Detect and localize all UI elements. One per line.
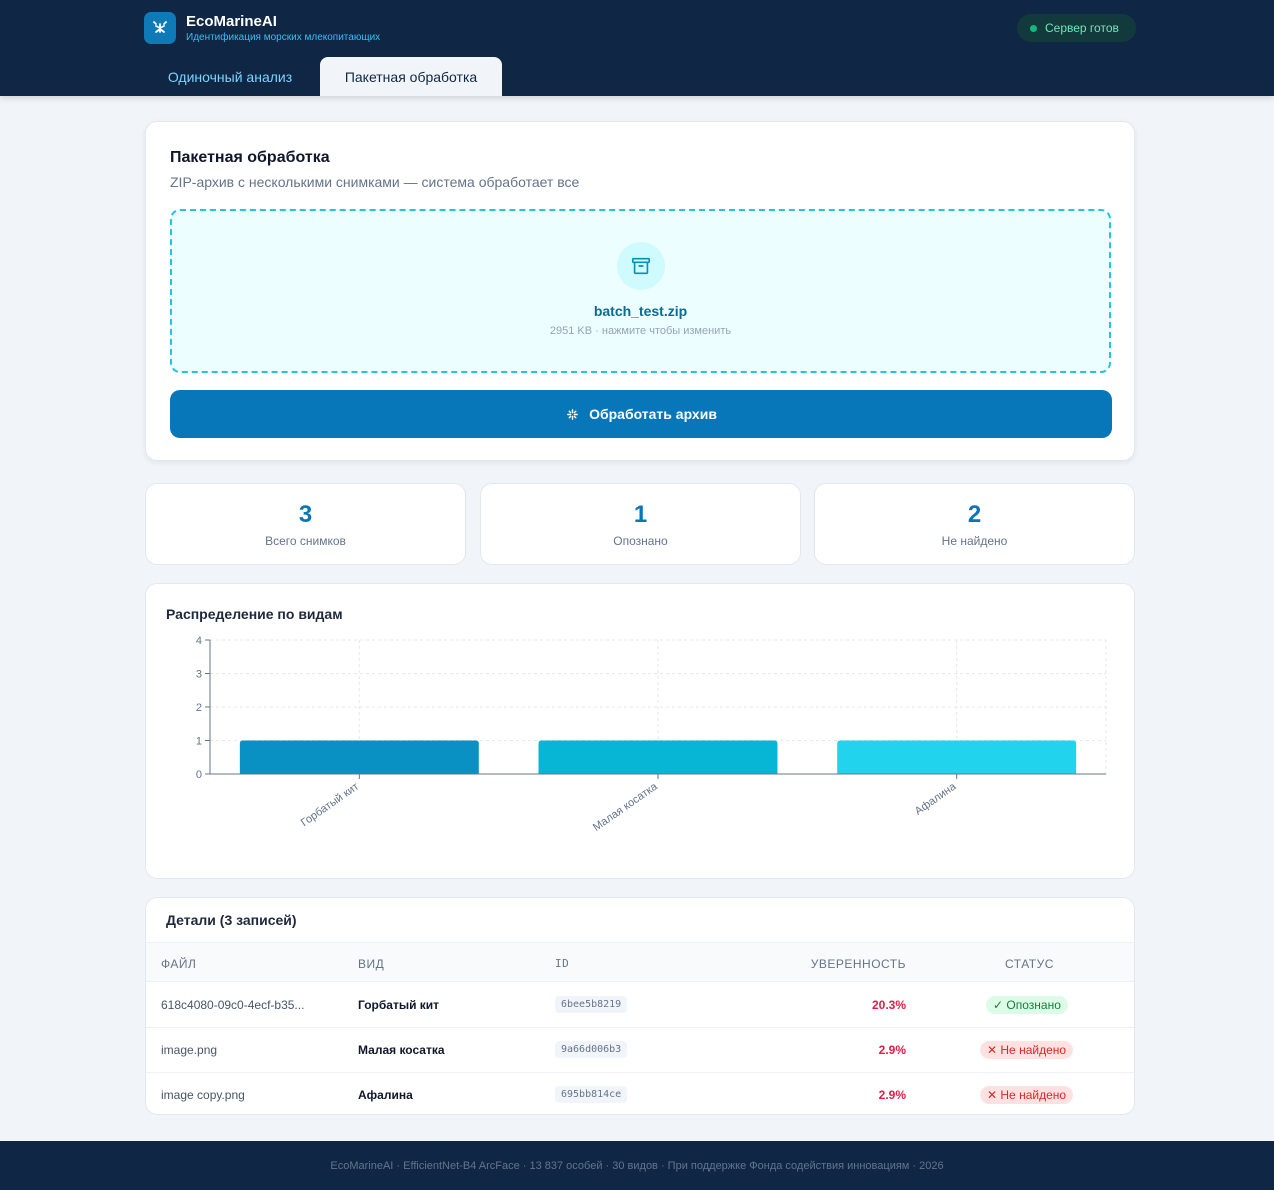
row-species: Горбатый кит — [358, 998, 440, 1012]
stat-identified-value: 1 — [633, 501, 648, 528]
tab-batch-processing[interactable]: Пакетная обработка — [320, 57, 502, 96]
x-tick-label: Малая косатка — [591, 780, 661, 834]
app-logo-icon — [144, 12, 176, 44]
column-header-status: СТАТУС — [1005, 957, 1054, 971]
bar-1 — [538, 740, 778, 774]
status-badge: ✕ Не найдено — [980, 1086, 1074, 1104]
sparkle-icon — [567, 408, 578, 420]
row-id: 9a66d006b3 — [555, 1041, 628, 1058]
y-tick-label: 3 — [196, 669, 202, 681]
row-file: image copy.png — [161, 1088, 245, 1102]
column-header-confidence: УВЕРЕННОСТЬ — [810, 957, 906, 971]
bar-0 — [239, 740, 479, 774]
status-badge: ✓ Опознано — [986, 996, 1068, 1014]
app-header: EcoMarineAI Идентификация морских млекоп… — [0, 0, 1274, 96]
server-status-badge: Сервер готов — [1017, 14, 1136, 42]
row-file: 618c4080-09c0-4ecf-b35... — [161, 998, 305, 1012]
y-tick-label: 1 — [196, 736, 202, 748]
process-archive-button[interactable]: Обработать архив — [170, 390, 1112, 438]
row-confidence: 20.3% — [871, 998, 906, 1012]
table-row: image copy.png Афалина 695bb814ce 2.9% ✕… — [146, 1073, 1134, 1114]
species-bar-chart: 0 1 2 3 4 Горбатый кит Малая косатка Афалина — [196, 635, 1107, 834]
footer-text: EcoMarineAI · EfficientNet-B4 ArcFace · … — [330, 1159, 944, 1172]
y-tick-label: 4 — [196, 635, 202, 647]
upload-title: Пакетная обработка — [170, 149, 330, 166]
table-row: 618c4080-09c0-4ecf-b35... Горбатый кит 6… — [146, 983, 1134, 1028]
y-tick-label: 2 — [196, 702, 202, 714]
status-dot-icon — [1030, 24, 1037, 32]
column-header-species: ВИД — [358, 957, 385, 971]
selected-file-meta: 2951 KB · нажмите чтобы изменить — [549, 325, 732, 337]
row-file: image.png — [161, 1043, 218, 1057]
column-header-file: ФАЙЛ — [161, 957, 197, 971]
tab-single-analysis[interactable]: Одиночный анализ — [144, 57, 316, 96]
row-species: Малая косатка — [358, 1043, 445, 1057]
stat-not-found: 2 Не найдено — [814, 483, 1135, 565]
stat-identified: 1 Опознано — [480, 483, 801, 565]
x-tick-label: Горбатый кит — [299, 781, 361, 830]
file-dropzone[interactable]: batch_test.zip 2951 KB · нажмите чтобы и… — [170, 209, 1111, 373]
row-confidence: 2.9% — [878, 1043, 906, 1057]
app-subtitle: Идентификация морских млекопитающих — [186, 31, 381, 43]
table-header: ФАЙЛ ВИД ID УВЕРЕННОСТЬ СТАТУС — [146, 942, 1134, 982]
app-name: EcoMarineAI — [186, 12, 277, 30]
page-footer: EcoMarineAI · EfficientNet-B4 ArcFace · … — [0, 1141, 1274, 1190]
row-species: Афалина — [358, 1088, 413, 1102]
stat-total-label: Всего снимков — [265, 534, 346, 548]
bar-2 — [837, 740, 1077, 774]
details-title: Детали (3 записей) — [166, 912, 297, 928]
stat-not-found-label: Не найдено — [941, 534, 1008, 548]
batch-upload-card: Пакетная обработка ZIP-архив с нескольки… — [145, 121, 1135, 461]
stat-total-value: 3 — [298, 501, 313, 528]
details-card: Детали (3 записей) ФАЙЛ ВИД ID УВЕРЕННОС… — [145, 897, 1135, 1115]
row-confidence: 2.9% — [878, 1088, 906, 1102]
row-id: 6bee5b8219 — [555, 996, 628, 1013]
brand: EcoMarineAI Идентификация морских млекоп… — [144, 12, 380, 44]
server-status-text: Сервер готов — [1045, 21, 1119, 35]
archive-icon — [617, 242, 665, 290]
process-archive-label: Обработать архив — [589, 406, 717, 422]
stat-identified-label: Опознано — [613, 534, 668, 548]
upload-description: ZIP-архив с несколькими снимками — систе… — [170, 174, 580, 190]
table-row: image.png Малая косатка 9a66d006b3 2.9% … — [146, 1028, 1134, 1073]
stat-not-found-value: 2 — [967, 501, 982, 528]
x-tick-label: Афалина — [913, 780, 959, 818]
row-id: 695bb814ce — [555, 1086, 628, 1103]
status-badge: ✕ Не найдено — [980, 1041, 1074, 1059]
species-chart-card: Распределение по видам 0 1 2 3 4 Горбатый кит… — [145, 583, 1135, 879]
stat-total: 3 Всего снимков — [145, 483, 466, 565]
column-header-id: ID — [555, 957, 570, 970]
selected-file-name: batch_test.zip — [593, 303, 688, 319]
y-tick-label: 0 — [196, 769, 202, 781]
